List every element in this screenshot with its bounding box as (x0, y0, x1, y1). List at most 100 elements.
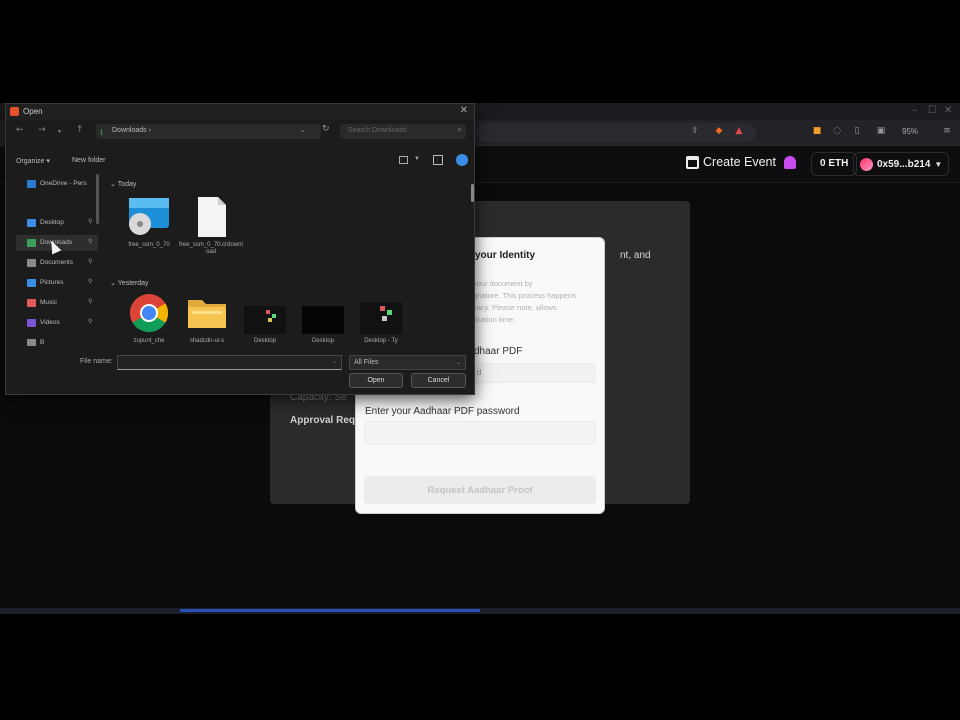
password-input[interactable] (364, 421, 596, 445)
file-name: shadcdn-ui-s (189, 338, 225, 344)
chevron-down-icon[interactable]: ▼ (414, 156, 420, 162)
chevron-down-icon[interactable]: ⌄ (332, 358, 337, 365)
address-path: Downloads › (112, 127, 151, 134)
up-arrow-icon[interactable]: ↑ (76, 125, 84, 135)
eth-balance[interactable]: 0 ETH (811, 152, 858, 176)
download-icon: ⭳ (100, 128, 104, 138)
sidebar-item-videos[interactable]: Videos ⚲ (16, 315, 98, 331)
dialog-footer: File name: ⌄ All Files ⌄ Open Cancel (6, 352, 474, 396)
menu-icon[interactable]: ≡ (942, 126, 952, 136)
preview-pane-icon[interactable] (433, 155, 443, 165)
sidebar-item-pictures[interactable]: Pictures ⚲ (16, 275, 98, 291)
help-icon[interactable] (456, 154, 468, 166)
back-arrow-icon[interactable]: ← (16, 125, 24, 135)
refresh-icon[interactable]: ↻ (322, 124, 330, 134)
wallet-icon[interactable]: ▣ (876, 126, 886, 136)
wallet-button[interactable]: 0x59...b214 ▼ (853, 152, 950, 176)
address-bar[interactable]: ⭳ Downloads › ⌄ (96, 124, 321, 139)
forward-arrow-icon[interactable]: → (38, 125, 46, 135)
pin-icon: ⚲ (88, 218, 93, 225)
extensions-icon[interactable]: ◌ (832, 126, 842, 136)
chevron-down-icon: ⌄ (455, 360, 461, 366)
sidebar-item-label: Pictures (40, 279, 64, 286)
file-type-value: All Files (354, 359, 379, 366)
create-event-button[interactable]: Create Event (686, 155, 776, 169)
file-name: Desktop (253, 338, 276, 344)
sidebar-item-documents[interactable]: Documents ⚲ (16, 255, 98, 271)
notification-bell-icon[interactable] (784, 156, 796, 169)
modal-description: gnature. This process happens (473, 291, 576, 300)
avatar (860, 157, 873, 171)
chevron-down-icon[interactable]: ⌄ (300, 126, 306, 134)
music-icon (27, 299, 36, 307)
brave-rewards-icon[interactable]: ▲ (734, 126, 744, 136)
sidebar-item-label: B (40, 339, 45, 346)
calendar-icon (686, 155, 699, 169)
desktop-icon (27, 219, 36, 227)
picture-icon (27, 279, 36, 287)
sidebar-item-music[interactable]: Music ⚲ (16, 295, 98, 311)
maximize-icon[interactable]: ☐ (928, 105, 937, 116)
aadhaar-pdf-label: dhaar PDF (474, 346, 523, 357)
file-name: zupunt_che (133, 338, 165, 344)
close-icon[interactable]: ✕ (460, 105, 468, 116)
file-name-input[interactable] (117, 355, 342, 370)
brave-icon (10, 107, 19, 116)
search-input[interactable]: Search Downloads ⌕ (340, 124, 466, 139)
brave-shield-icon[interactable]: ◆ (714, 126, 724, 136)
sidebar-icon[interactable]: ▯ (852, 126, 862, 136)
sidebar-item-desktop[interactable]: Desktop ⚲ (16, 215, 98, 231)
sidebar-item-onedrive[interactable]: OneDrive - Pers (16, 176, 98, 192)
file-open-dialog: Open ✕ ← → ▾ ↑ ⭳ Downloads › ⌄ ↻ Search … (5, 103, 475, 395)
wallet-address: 0x59...b214 (877, 158, 931, 170)
sidebar-item-label: Music (40, 299, 57, 306)
approval-label: Approval Req (290, 415, 356, 426)
event-card-text: nt, and (620, 250, 651, 261)
sidebar-scrollbar[interactable] (96, 174, 99, 224)
minimize-icon[interactable]: – (912, 105, 917, 116)
download-icon (27, 239, 36, 247)
pin-icon: ⚲ (88, 298, 93, 305)
file-item[interactable]: Desktop (290, 292, 350, 346)
taskbar-indicator (180, 609, 480, 612)
chrome-icon (129, 294, 169, 333)
share-icon[interactable]: ⇪ (690, 126, 700, 136)
dialog-titlebar[interactable]: Open ✕ (6, 104, 474, 120)
sidebar-item-label: Videos (40, 319, 60, 326)
file-item[interactable]: Desktop - Ty (348, 292, 408, 346)
file-item[interactable]: free_ssm_0_70.crdownload (178, 196, 243, 266)
zoom-level[interactable]: 95% (902, 127, 918, 136)
organize-button[interactable]: Organize ▾ (16, 157, 50, 165)
open-button[interactable]: Open (349, 373, 403, 388)
cloud-icon (27, 180, 36, 188)
group-header-yesterday[interactable]: ⌄ Yesterday (110, 279, 149, 287)
file-list-scrollbar[interactable] (471, 184, 474, 202)
file-name-label: File name: (80, 358, 113, 365)
folder-icon (188, 300, 226, 328)
image-thumbnail-icon (244, 306, 286, 334)
file-item[interactable]: shadcdn-ui-s (174, 292, 234, 346)
modal-description: your document by (473, 279, 533, 288)
file-name: free_ssm_0_70.crdownload (179, 242, 243, 255)
cancel-button[interactable]: Cancel (411, 373, 466, 388)
modal-description: vacy. Please note, allows (473, 303, 557, 312)
file-name: Desktop - Ty (364, 338, 398, 344)
file-list: ⌄ Today free_ssm_0_70 free_ssm_0_70.crdo… (106, 174, 466, 346)
file-item[interactable]: Desktop (232, 292, 292, 346)
file-item[interactable]: zupunt_che (116, 292, 176, 346)
recent-locations-icon[interactable]: ▾ (58, 128, 61, 135)
new-folder-button[interactable]: New folder (72, 157, 105, 164)
chevron-down-icon: ▼ (934, 159, 943, 169)
file-name: free_ssm_0_70 (128, 242, 170, 248)
request-aadhaar-proof-button[interactable]: Request Aadhaar Proof (364, 476, 596, 504)
file-item[interactable]: free_ssm_0_70 (116, 196, 176, 266)
change-view-icon[interactable] (399, 156, 408, 164)
file-type-select[interactable]: All Files ⌄ (349, 355, 466, 370)
search-placeholder: Search Downloads (348, 127, 407, 134)
close-icon[interactable]: ✕ (944, 105, 952, 116)
sidebar-item-more[interactable]: B (16, 335, 98, 346)
group-header-today[interactable]: ⌄ Today (110, 180, 136, 188)
pin-icon: ⚲ (88, 318, 93, 325)
document-icon (27, 259, 36, 267)
metamask-icon[interactable]: ■ (812, 126, 822, 136)
